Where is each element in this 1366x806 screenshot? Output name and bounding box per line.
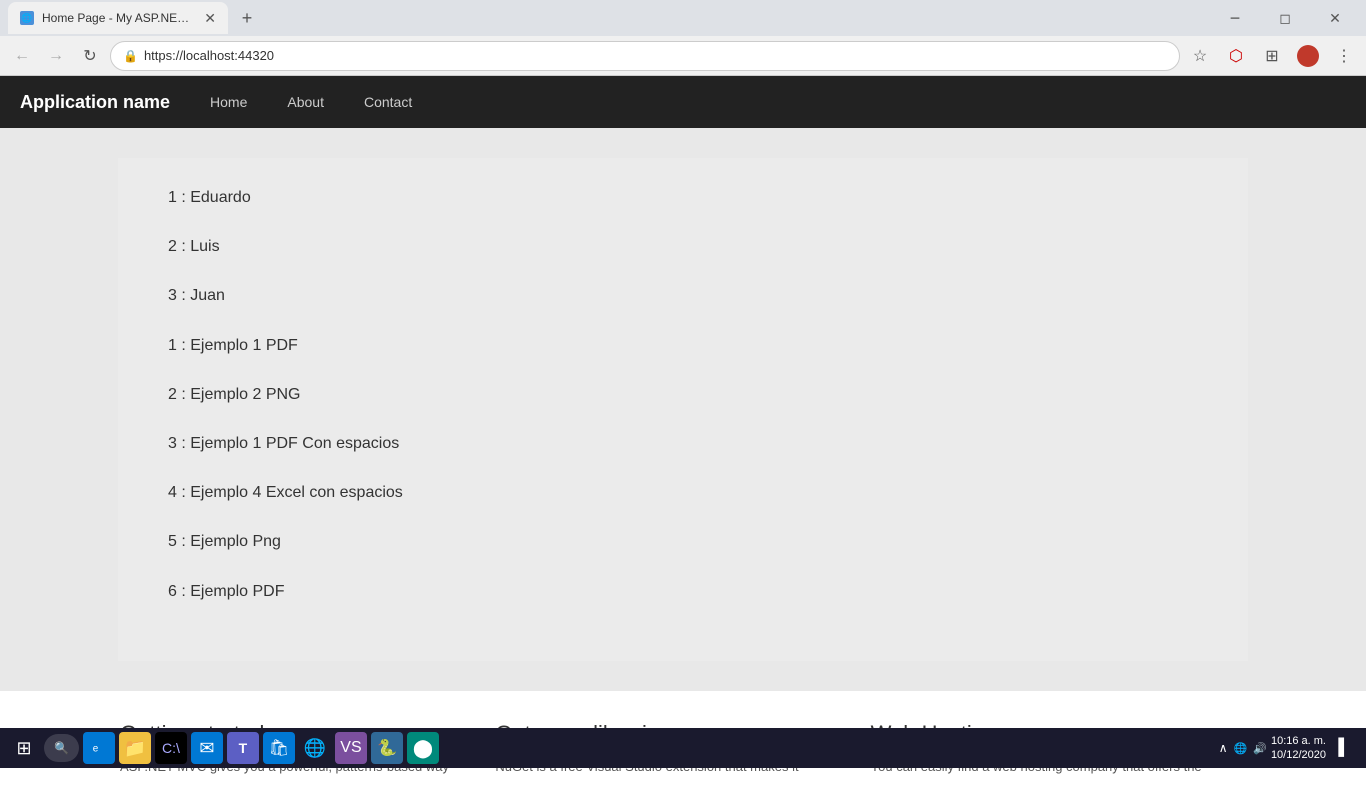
tray-network-icon: 🌐 bbox=[1234, 742, 1248, 755]
address-bar[interactable]: 🔒 https://localhost:44320 bbox=[110, 41, 1180, 71]
list-item: 1 : Ejemplo 1 PDF bbox=[168, 336, 1198, 355]
new-tab-button[interactable]: + bbox=[232, 3, 262, 33]
browser-window: 🌐 Home Page - My ASP.NET Applic... ✕ + −… bbox=[0, 0, 1366, 806]
forward-button[interactable]: → bbox=[42, 42, 70, 70]
svg-text:e: e bbox=[93, 744, 99, 755]
url-text: https://localhost:44320 bbox=[144, 48, 1167, 63]
extension-icon[interactable]: ⬡ bbox=[1222, 42, 1250, 70]
taskbar-edge[interactable]: e bbox=[83, 732, 115, 764]
app-navbar: Application name Home About Contact bbox=[0, 76, 1366, 128]
tab-bar: 🌐 Home Page - My ASP.NET Applic... ✕ + −… bbox=[0, 0, 1366, 36]
taskbar: ⊞ 🔍 e 📁 C:\ ✉ T 🛍 🌐 VS 🐍 ⬤ ∧ 🌐 🔊 10:16 a… bbox=[0, 728, 1366, 768]
taskbar-edge3[interactable]: ⬤ bbox=[407, 732, 439, 764]
nav-contact[interactable]: Contact bbox=[354, 88, 422, 116]
close-button[interactable]: ✕ bbox=[1312, 2, 1358, 34]
list-item: 6 : Ejemplo PDF bbox=[168, 582, 1198, 601]
list-item: 3 : Ejemplo 1 PDF Con espacios bbox=[168, 434, 1198, 453]
list-item: 3 : Juan bbox=[168, 286, 1198, 305]
clock-date: 10/12/2020 bbox=[1271, 748, 1326, 762]
tray-expand-icon[interactable]: ∧ bbox=[1219, 741, 1228, 755]
taskbar-teams[interactable]: T bbox=[227, 732, 259, 764]
minimize-button[interactable]: − bbox=[1212, 2, 1258, 34]
menu-button[interactable]: ⋮ bbox=[1330, 42, 1358, 70]
restore-button[interactable]: ◻ bbox=[1262, 2, 1308, 34]
clock-time: 10:16 a. m. bbox=[1271, 734, 1326, 748]
search-icon: 🔍 bbox=[54, 741, 69, 755]
tray-volume-icon: 🔊 bbox=[1253, 742, 1267, 755]
taskbar-tray: ∧ 🌐 🔊 bbox=[1219, 741, 1267, 755]
active-tab[interactable]: 🌐 Home Page - My ASP.NET Applic... ✕ bbox=[8, 2, 228, 34]
taskbar-search[interactable]: 🔍 bbox=[44, 734, 79, 762]
taskbar-mail[interactable]: ✉ bbox=[191, 732, 223, 764]
list-item: 5 : Ejemplo Png bbox=[168, 532, 1198, 551]
favorites-icon[interactable]: ☆ bbox=[1186, 42, 1214, 70]
taskbar-file-explorer[interactable]: 📁 bbox=[119, 732, 151, 764]
browser-toolbar: ← → ↻ 🔒 https://localhost:44320 ☆ ⬡ ⊞ ⋮ bbox=[0, 36, 1366, 76]
tab-close-button[interactable]: ✕ bbox=[204, 10, 216, 27]
taskbar-cmd[interactable]: C:\ bbox=[155, 732, 187, 764]
taskbar-python[interactable]: 🐍 bbox=[371, 732, 403, 764]
taskbar-clock[interactable]: 10:16 a. m. 10/12/2020 bbox=[1271, 734, 1326, 763]
toolbar-icons: ☆ ⬡ ⊞ ⋮ bbox=[1186, 42, 1358, 70]
taskbar-store[interactable]: 🛍 bbox=[263, 732, 295, 764]
reload-button[interactable]: ↻ bbox=[76, 42, 104, 70]
collections-icon[interactable]: ⊞ bbox=[1258, 42, 1286, 70]
tab-favicon: 🌐 bbox=[20, 11, 34, 25]
back-button[interactable]: ← bbox=[8, 42, 36, 70]
list-item: 1 : Eduardo bbox=[168, 188, 1198, 207]
taskbar-edge2[interactable]: 🌐 bbox=[299, 732, 331, 764]
lock-icon: 🔒 bbox=[123, 49, 138, 63]
list-item: 2 : Luis bbox=[168, 237, 1198, 256]
profile-icon[interactable] bbox=[1294, 42, 1322, 70]
start-button[interactable]: ⊞ bbox=[8, 732, 40, 764]
list-item: 2 : Ejemplo 2 PNG bbox=[168, 385, 1198, 404]
app-brand[interactable]: Application name bbox=[20, 92, 170, 113]
nav-home[interactable]: Home bbox=[200, 88, 257, 116]
list-item: 4 : Ejemplo 4 Excel con espacios bbox=[168, 483, 1198, 502]
tab-title: Home Page - My ASP.NET Applic... bbox=[42, 11, 196, 25]
content-box: 1 : Eduardo 2 : Luis 3 : Juan 1 : Ejempl… bbox=[118, 158, 1248, 661]
main-container: 1 : Eduardo 2 : Luis 3 : Juan 1 : Ejempl… bbox=[0, 128, 1366, 691]
taskbar-vs[interactable]: VS bbox=[335, 732, 367, 764]
nav-about[interactable]: About bbox=[277, 88, 334, 116]
show-desktop-button[interactable]: ▌ bbox=[1330, 732, 1358, 764]
